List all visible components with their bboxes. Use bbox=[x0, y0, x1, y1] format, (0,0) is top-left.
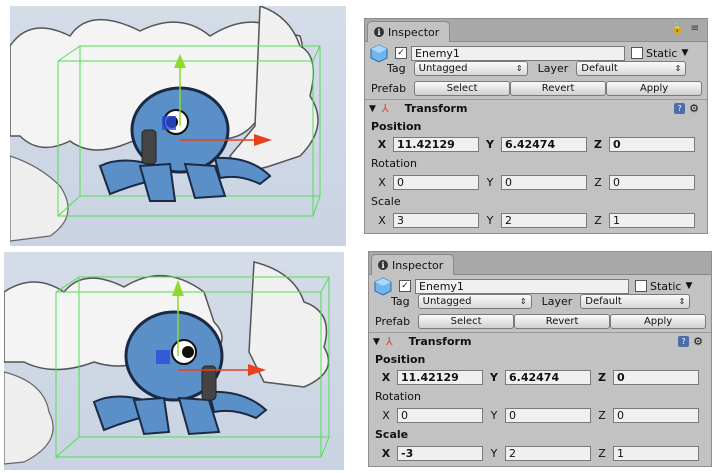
static-dropdown-arrow-icon[interactable]: ▼ bbox=[681, 48, 688, 58]
scale-label: Scale bbox=[375, 428, 409, 441]
rotation-y-field[interactable]: 0 bbox=[505, 408, 591, 423]
position-x-field[interactable]: 11.42129 bbox=[393, 137, 479, 152]
scale-z-field[interactable]: 1 bbox=[613, 446, 699, 461]
foldout-arrow-icon[interactable]: ▼ bbox=[369, 104, 376, 114]
rotation-z-label: Z bbox=[598, 409, 606, 422]
position-y-label: Y bbox=[490, 371, 498, 384]
apply-button[interactable]: Apply bbox=[610, 314, 707, 329]
scale-y-label: Y bbox=[490, 447, 498, 460]
scale-x-label: X bbox=[381, 447, 391, 460]
rotation-z-label: Z bbox=[594, 176, 602, 189]
scale-z-label: Z bbox=[598, 447, 606, 460]
object-name-field[interactable]: Enemy1 bbox=[411, 45, 625, 61]
static-checkbox[interactable] bbox=[631, 47, 643, 59]
scale-y-label: Y bbox=[486, 214, 494, 227]
static-checkbox[interactable] bbox=[635, 280, 647, 292]
position-z-label: Z bbox=[594, 138, 602, 151]
game-object-cube-icon bbox=[374, 277, 392, 296]
active-checkbox[interactable]: ✓ bbox=[399, 280, 411, 292]
rotation-x-label: X bbox=[382, 409, 390, 422]
scale-z-field[interactable]: 1 bbox=[609, 213, 695, 228]
tag-label: Tag bbox=[391, 295, 410, 308]
scale-label: Scale bbox=[371, 195, 401, 208]
component-title: Transform bbox=[408, 335, 472, 348]
object-name-field[interactable]: Enemy1 bbox=[415, 278, 629, 294]
gear-icon[interactable]: ⚙ bbox=[693, 335, 703, 348]
scale-y-field[interactable]: 2 bbox=[505, 446, 591, 461]
prefab-label: Prefab bbox=[375, 315, 411, 328]
inspector-panel-bottom: i Inspector ✓ Enemy1 Static ▼ Tag Untagg… bbox=[368, 251, 712, 467]
scale-x-field[interactable]: -3 bbox=[397, 446, 483, 461]
position-x-label: X bbox=[377, 138, 387, 151]
rotation-label: Rotation bbox=[375, 390, 422, 403]
select-button[interactable]: Select bbox=[414, 81, 511, 96]
rotation-z-field[interactable]: 0 bbox=[609, 175, 695, 190]
prefab-label: Prefab bbox=[371, 82, 407, 95]
game-object-cube-icon bbox=[370, 44, 388, 63]
active-checkbox[interactable]: ✓ bbox=[395, 47, 407, 59]
gear-icon[interactable]: ⚙ bbox=[689, 102, 699, 115]
tag-dropdown[interactable]: Untagged ⇕ bbox=[413, 61, 528, 76]
foldout-arrow-icon[interactable]: ▼ bbox=[373, 337, 380, 347]
component-title: Transform bbox=[404, 102, 468, 115]
static-label: Static bbox=[650, 279, 682, 293]
scale-y-field[interactable]: 2 bbox=[501, 213, 587, 228]
rotation-y-label: Y bbox=[486, 176, 494, 189]
position-y-field[interactable]: 6.42474 bbox=[501, 137, 587, 152]
inspector-tab-bar: i Inspector bbox=[369, 252, 711, 275]
scale-x-label: X bbox=[378, 214, 386, 227]
tag-dropdown[interactable]: Untagged ⇕ bbox=[417, 294, 532, 309]
inspector-panel-top: i Inspector 🔒 ≡ ✓ Enemy1 Static ▼ Tag Un… bbox=[364, 18, 708, 234]
position-label: Position bbox=[371, 120, 422, 133]
static-label: Static bbox=[646, 46, 678, 60]
info-icon: i bbox=[374, 27, 384, 37]
tab-label: Inspector bbox=[388, 25, 440, 39]
inspector-tab-bar: i Inspector 🔒 ≡ bbox=[365, 19, 707, 42]
tab-inspector[interactable]: i Inspector bbox=[371, 254, 455, 275]
position-label: Position bbox=[375, 353, 426, 366]
scene-view-top[interactable] bbox=[10, 6, 346, 246]
position-z-field[interactable]: 0 bbox=[609, 137, 695, 152]
scale-z-label: Z bbox=[594, 214, 602, 227]
position-y-label: Y bbox=[486, 138, 494, 151]
rotation-z-field[interactable]: 0 bbox=[613, 408, 699, 423]
revert-button[interactable]: Revert bbox=[514, 314, 611, 329]
rotation-label: Rotation bbox=[371, 157, 418, 170]
revert-button[interactable]: Revert bbox=[510, 81, 607, 96]
info-icon: i bbox=[378, 260, 388, 270]
tab-label: Inspector bbox=[392, 258, 444, 272]
rotation-y-field[interactable]: 0 bbox=[501, 175, 587, 190]
rotation-y-label: Y bbox=[490, 409, 498, 422]
layer-dropdown[interactable]: Default ⇕ bbox=[576, 61, 687, 76]
help-icon[interactable]: ? bbox=[678, 336, 690, 347]
help-icon[interactable]: ? bbox=[674, 103, 686, 114]
layer-dropdown[interactable]: Default ⇕ bbox=[580, 294, 691, 309]
position-z-field[interactable]: 0 bbox=[613, 370, 699, 385]
rotation-x-field[interactable]: 0 bbox=[393, 175, 479, 190]
position-x-label: X bbox=[381, 371, 391, 384]
tag-label: Tag bbox=[387, 62, 406, 75]
apply-button[interactable]: Apply bbox=[606, 81, 703, 96]
scene-view-bottom[interactable] bbox=[4, 252, 344, 470]
rotation-x-label: X bbox=[378, 176, 386, 189]
tab-inspector[interactable]: i Inspector bbox=[367, 21, 451, 42]
transform-icon: ⅄ bbox=[381, 102, 389, 115]
position-z-label: Z bbox=[598, 371, 606, 384]
select-button[interactable]: Select bbox=[418, 314, 515, 329]
static-dropdown-arrow-icon[interactable]: ▼ bbox=[685, 281, 692, 291]
layer-label: Layer bbox=[537, 62, 569, 75]
layer-label: Layer bbox=[541, 295, 573, 308]
lock-menu-icon[interactable]: 🔒 ≡ bbox=[671, 23, 701, 34]
position-y-field[interactable]: 6.42474 bbox=[505, 370, 591, 385]
transform-icon: ⅄ bbox=[385, 335, 393, 348]
position-x-field[interactable]: 11.42129 bbox=[397, 370, 483, 385]
scale-x-field[interactable]: 3 bbox=[393, 213, 479, 228]
rotation-x-field[interactable]: 0 bbox=[397, 408, 483, 423]
